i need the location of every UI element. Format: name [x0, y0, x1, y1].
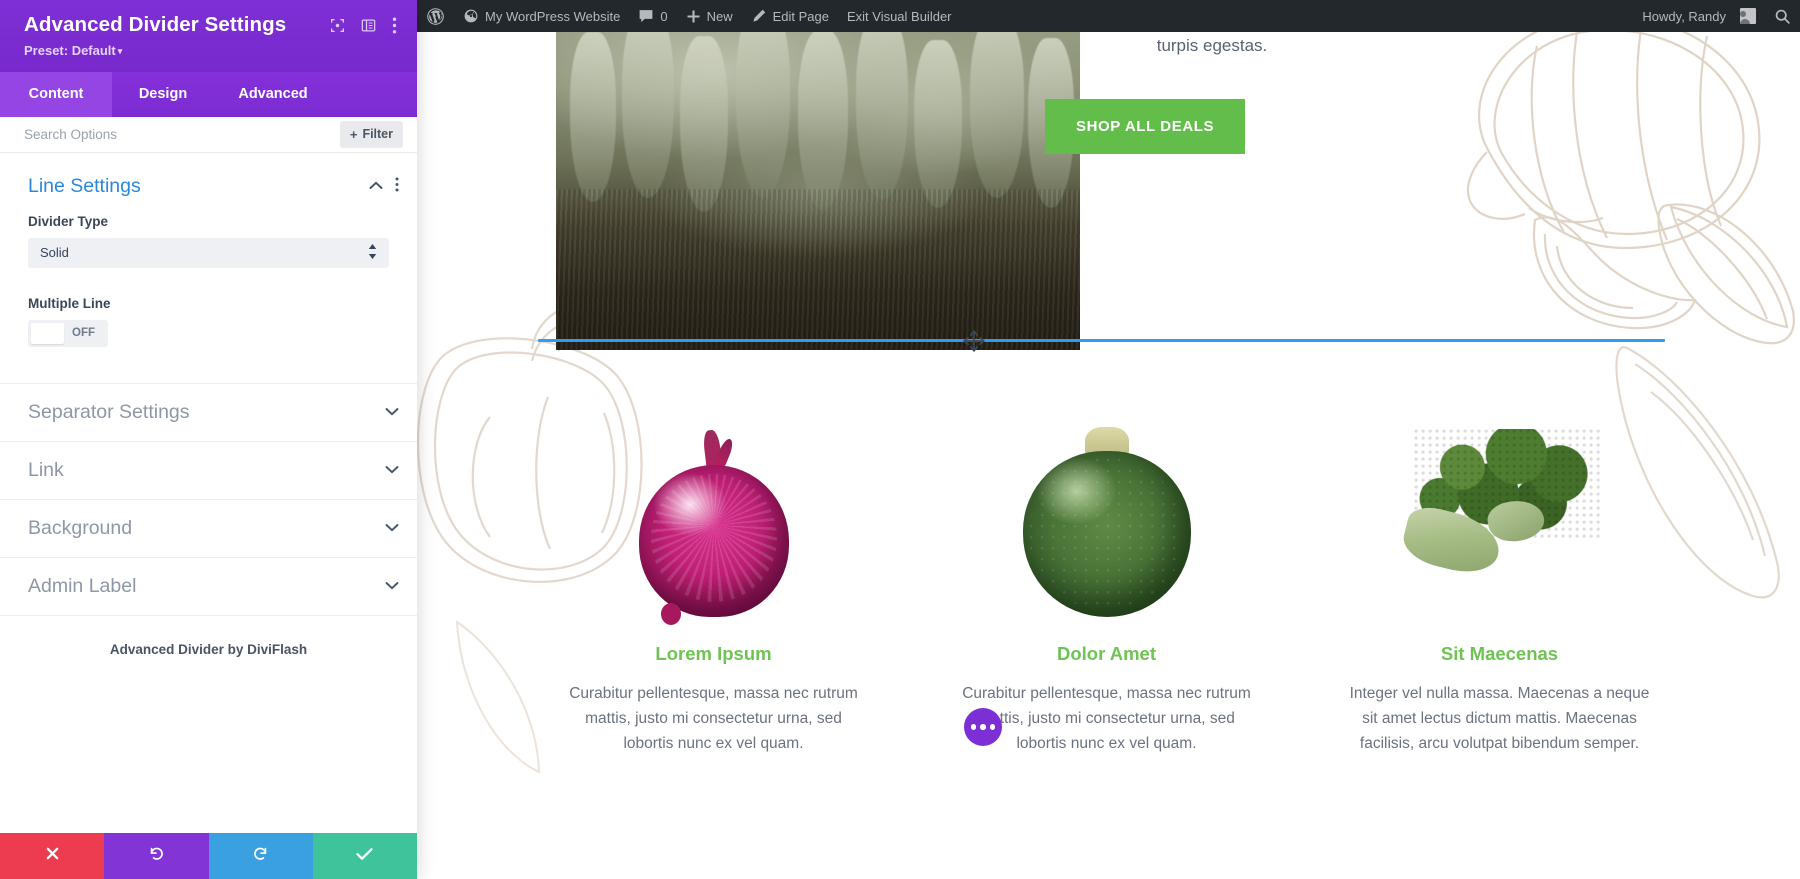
edit-page-label: Edit Page	[772, 8, 829, 24]
broccoli-image	[1303, 387, 1696, 617]
multiple-line-label: Multiple Line	[28, 295, 111, 311]
focus-target-icon[interactable]	[330, 18, 345, 33]
divi-visual-builder-screen: turpis egestas. SHOP ALL DEALS Lorem Ips…	[0, 0, 1800, 879]
save-button[interactable]	[312, 833, 417, 879]
ellipsis-icon[interactable]	[964, 708, 1002, 746]
plugin-credit: Advanced Divider by DiviFlash	[0, 614, 417, 657]
site-name-label: My WordPress Website	[485, 8, 621, 24]
kebab-menu-icon[interactable]	[392, 17, 397, 34]
exit-visual-builder-menu[interactable]: Exit Visual Builder	[838, 0, 961, 32]
redo-icon	[252, 845, 269, 867]
panel-title: Advanced Divider Settings	[24, 13, 287, 36]
shop-all-deals-button[interactable]: SHOP ALL DEALS	[1045, 98, 1246, 154]
section-title: Line Settings	[28, 174, 141, 197]
search-icon[interactable]	[1765, 0, 1800, 32]
card-text: Integer vel nulla massa. Maecenas a nequ…	[1349, 685, 1650, 753]
card-title: Dolor Amet	[1056, 643, 1156, 664]
section-title: Link	[28, 458, 64, 481]
section-background[interactable]: Background	[0, 498, 417, 557]
search-options-row: + Filter	[0, 116, 417, 153]
card-text: Curabitur pellentesque, massa nec rutrum…	[569, 685, 858, 753]
chevron-down-icon	[385, 519, 399, 537]
hero-paragraph-tail: turpis egestas.	[1156, 36, 1268, 55]
divider-line[interactable]	[538, 339, 1665, 342]
product-cards-row: Lorem Ipsum Curabitur pellentesque, mass…	[517, 387, 1697, 756]
chevron-down-icon	[385, 577, 399, 595]
cancel-button[interactable]	[0, 833, 105, 879]
toggle-state-label: OFF	[72, 327, 95, 340]
round-zucchini-image	[910, 387, 1303, 617]
onion-art-icon	[1466, 32, 1761, 250]
admin-bar-right-group: Howdy, Randy	[1633, 0, 1800, 32]
divider-type-select[interactable]: Solid	[28, 237, 389, 268]
tab-content[interactable]: Content	[0, 71, 112, 117]
page-canvas: turpis egestas. SHOP ALL DEALS Lorem Ips…	[417, 32, 1800, 879]
comment-bubble-icon	[639, 9, 653, 22]
search-input[interactable]	[24, 126, 264, 142]
chevron-down-icon	[385, 403, 399, 421]
card-title: Lorem Ipsum	[655, 643, 772, 664]
layout-columns-icon[interactable]	[361, 18, 376, 33]
panel-header-icons	[330, 12, 399, 34]
exit-visual-builder-label: Exit Visual Builder	[846, 8, 952, 24]
new-content-menu[interactable]: New	[677, 0, 742, 32]
edit-page-menu[interactable]: Edit Page	[742, 0, 838, 32]
undo-icon	[148, 845, 165, 867]
new-label: New	[706, 8, 733, 24]
multiple-line-toggle[interactable]: OFF	[28, 319, 108, 347]
section-link[interactable]: Link	[0, 440, 417, 499]
wordpress-logo-icon[interactable]	[417, 0, 454, 32]
filter-button[interactable]: + Filter	[339, 120, 403, 148]
wp-admin-bar: My WordPress Website 0 New Edit Page Exi…	[417, 0, 1800, 32]
chevron-updown-icon	[368, 244, 377, 261]
field-multiple-line: Multiple Line OFF	[0, 292, 417, 349]
plus-icon	[687, 10, 700, 22]
section-separator-settings[interactable]: Separator Settings	[0, 382, 417, 441]
chevron-up-icon[interactable]	[369, 178, 383, 194]
section-title: Separator Settings	[28, 400, 190, 423]
product-card: Lorem Ipsum Curabitur pellentesque, mass…	[517, 387, 910, 756]
undo-button[interactable]	[104, 833, 209, 879]
dashboard-icon	[464, 9, 478, 23]
toggle-knob	[31, 322, 64, 344]
check-icon	[356, 847, 373, 866]
product-card: Dolor Amet Curabitur pellentesque, massa…	[910, 387, 1303, 756]
preset-label: Preset: Default	[24, 42, 116, 58]
my-account-menu[interactable]: Howdy, Randy	[1633, 0, 1765, 32]
site-name-menu[interactable]: My WordPress Website	[454, 0, 629, 32]
section-admin-label[interactable]: Admin Label	[0, 556, 417, 615]
section-title: Admin Label	[28, 574, 137, 597]
module-settings-panel: Advanced Divider Settings Preset: Defaul…	[0, 0, 417, 879]
move-arrows-icon[interactable]	[954, 321, 994, 361]
pencil-icon	[752, 9, 765, 22]
panel-footer	[0, 833, 417, 879]
close-icon	[45, 846, 60, 866]
panel-body: Line Settings Divider Type Solid Multipl…	[0, 152, 417, 833]
red-onion-image	[517, 387, 910, 625]
redo-button[interactable]	[208, 833, 313, 879]
tab-advanced[interactable]: Advanced	[214, 72, 332, 117]
panel-header: Advanced Divider Settings Preset: Defaul…	[0, 0, 417, 72]
howdy-label: Howdy, Randy	[1642, 8, 1726, 24]
comments-menu[interactable]: 0	[629, 0, 676, 32]
tab-design[interactable]: Design	[112, 72, 214, 117]
filter-label: Filter	[362, 127, 393, 142]
comments-count: 0	[660, 8, 668, 24]
card-title: Sit Maecenas	[1440, 643, 1559, 664]
divider-type-value: Solid	[40, 245, 69, 261]
chevron-down-icon	[385, 461, 399, 479]
avatar	[1740, 8, 1756, 24]
section-title: Background	[28, 516, 133, 539]
section-kebab-menu-icon[interactable]	[395, 177, 399, 196]
product-card: Sit Maecenas Integer vel nulla massa. Ma…	[1303, 387, 1696, 756]
panel-tabs: Content Design Advanced	[0, 71, 417, 117]
field-divider-type: Divider Type Solid	[0, 210, 417, 268]
section-line-settings-header[interactable]: Line Settings	[0, 153, 417, 210]
card-text: Curabitur pellentesque, massa nec rutrum…	[962, 685, 1251, 753]
hero-copy-block: turpis egestas. SHOP ALL DEALS	[997, 32, 1427, 154]
preset-selector[interactable]: Preset: Default ▾	[24, 43, 399, 58]
divider-type-label: Divider Type	[28, 213, 109, 229]
plus-icon: +	[349, 126, 358, 142]
